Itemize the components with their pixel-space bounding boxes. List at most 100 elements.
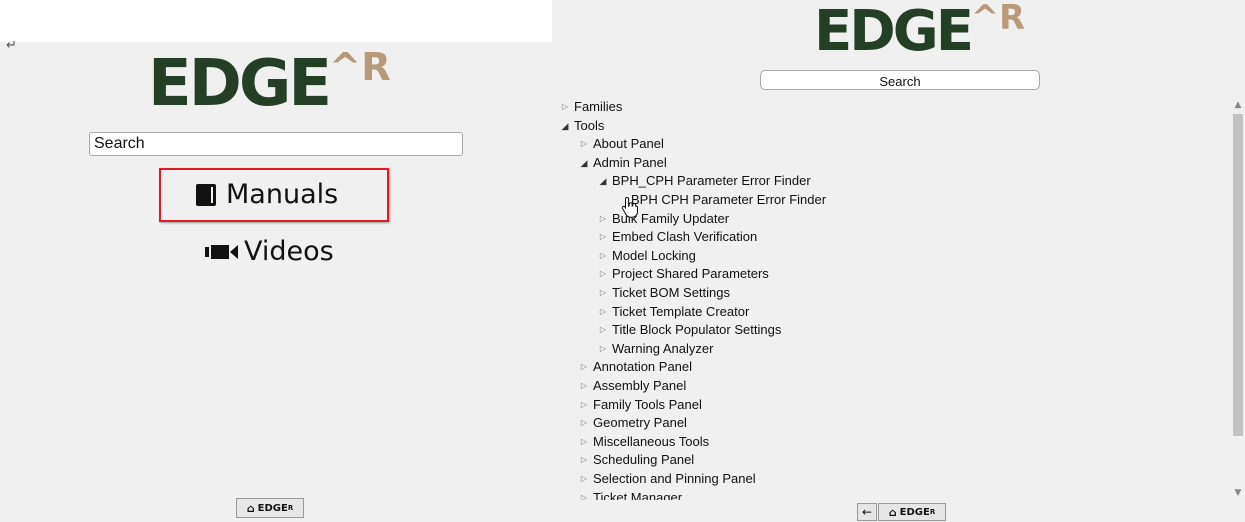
- tree-item[interactable]: ▷ Family Tools Panel: [579, 396, 702, 414]
- caret-collapsed-icon[interactable]: ▷: [560, 98, 570, 116]
- caret-collapsed-icon[interactable]: ▷: [579, 451, 589, 469]
- right-panel: EDGE^R ▷Families◢Tools▷About Panel◢Admin…: [552, 0, 1245, 522]
- manuals-link[interactable]: Manuals: [196, 179, 338, 210]
- caret-expanded-icon[interactable]: ◢: [560, 117, 570, 135]
- home-button-right[interactable]: ⌂ EDGE R: [878, 503, 946, 521]
- search-input-right[interactable]: [761, 72, 1039, 91]
- videos-label: Videos: [244, 236, 334, 267]
- tree-item[interactable]: ▷ About Panel: [579, 135, 664, 153]
- tree-item-label: Ticket Template Creator: [612, 303, 750, 319]
- tree-item-label: BPH CPH Parameter Error Finder: [631, 192, 827, 207]
- scroll-down-icon[interactable]: ▼: [1231, 486, 1245, 500]
- tree-item-label: Title Block Populator Settings: [612, 322, 782, 338]
- logo-main-right: EDGE: [814, 0, 974, 64]
- tree-item[interactable]: ▷ Families: [560, 98, 622, 116]
- tree-item[interactable]: ◢ BPH_CPH Parameter Error Finder: [598, 172, 811, 190]
- tree-item[interactable]: ▷ Geometry Panel: [579, 414, 687, 432]
- manuals-label: Manuals: [226, 179, 339, 210]
- caret-collapsed-icon[interactable]: ▷: [579, 489, 589, 500]
- search-box[interactable]: [89, 132, 463, 156]
- home-button-sup: R: [287, 504, 294, 512]
- tree-item[interactable]: ▷ Warning Analyzer: [598, 340, 713, 358]
- tree-item-label: Admin Panel: [593, 154, 667, 170]
- tree-item-label: Geometry Panel: [593, 415, 687, 431]
- video-camera-icon: [205, 244, 238, 259]
- videos-link[interactable]: Videos: [205, 236, 334, 267]
- caret-collapsed-icon[interactable]: ▷: [598, 321, 608, 339]
- tree-item-label: Embed Clash Verification: [612, 229, 758, 245]
- tree-item[interactable]: ▷ Ticket Manager: [579, 489, 682, 500]
- tree-item-label: Scheduling Panel: [593, 452, 695, 468]
- book-icon: [196, 183, 216, 206]
- tree-item-label: Project Shared Parameters: [612, 266, 769, 282]
- caret-collapsed-icon[interactable]: ▷: [579, 433, 589, 451]
- logo-main: EDGE: [148, 47, 332, 121]
- caret-expanded-icon[interactable]: ◢: [598, 172, 608, 190]
- home-button-sup-right: R: [929, 508, 936, 516]
- tree-item[interactable]: ▷ Bulk Family Updater: [598, 210, 729, 228]
- home-button-label-right: EDGE: [899, 506, 930, 518]
- tree-item[interactable]: ▷ Scheduling Panel: [579, 451, 694, 469]
- home-icon: ⌂: [888, 505, 897, 519]
- tree-item[interactable]: BPH CPH Parameter Error Finder: [617, 191, 826, 209]
- tree-item-label: BPH_CPH Parameter Error Finder: [612, 173, 811, 189]
- tree-item[interactable]: ▷ Selection and Pinning Panel: [579, 470, 756, 488]
- arrow-left-icon: ←: [861, 505, 873, 519]
- logo-sup: ^R: [329, 44, 391, 90]
- tree-item-label: Miscellaneous Tools: [593, 433, 710, 449]
- tree-item-label: Tools: [574, 117, 605, 133]
- caret-collapsed-icon[interactable]: ▷: [598, 210, 608, 228]
- corner-glyph: ↵: [6, 38, 17, 53]
- tree-item[interactable]: ◢ Admin Panel: [579, 154, 667, 172]
- edge-logo-right: EDGE^R: [814, 1, 1025, 60]
- caret-expanded-icon[interactable]: ◢: [579, 154, 589, 172]
- search-box-right[interactable]: [760, 70, 1040, 91]
- left-panel: ↵ EDGE^R Manuals Videos ⌂ EDGER: [0, 38, 552, 522]
- tree-item[interactable]: ▷ Miscellaneous Tools: [579, 433, 709, 451]
- tree-item[interactable]: ▷ Ticket BOM Settings: [598, 284, 730, 302]
- hand-cursor-icon: [621, 196, 638, 218]
- tree-item[interactable]: ▷ Annotation Panel: [579, 358, 692, 376]
- scroll-thumb[interactable]: [1233, 114, 1243, 436]
- home-icon: ⌂: [246, 501, 255, 515]
- tree-item-label: Families: [574, 99, 623, 114]
- caret-collapsed-icon[interactable]: ▷: [598, 303, 608, 321]
- caret-collapsed-icon[interactable]: ▷: [579, 396, 589, 414]
- caret-collapsed-icon[interactable]: ▷: [579, 135, 589, 153]
- tree-scrollbar[interactable]: ▲ ▼: [1231, 98, 1245, 500]
- edge-logo: EDGE^R: [148, 48, 391, 116]
- caret-collapsed-icon[interactable]: ▷: [598, 284, 608, 302]
- tree-item-label: Assembly Panel: [593, 378, 687, 393]
- back-button[interactable]: ←: [857, 503, 877, 521]
- caret-collapsed-icon[interactable]: ▷: [579, 414, 589, 432]
- caret-collapsed-icon[interactable]: ▷: [598, 228, 608, 246]
- tree-item-label: About Panel: [593, 136, 664, 152]
- tree-item[interactable]: ▷ Assembly Panel: [579, 377, 686, 395]
- logo-sup-right: ^R: [970, 0, 1025, 38]
- tree-item[interactable]: ▷ Project Shared Parameters: [598, 265, 769, 283]
- search-input[interactable]: [90, 133, 462, 155]
- tree-item-label: Warning Analyzer: [612, 340, 714, 356]
- tree-item-label: Selection and Pinning Panel: [593, 471, 756, 486]
- home-button-label: EDGE: [257, 502, 288, 514]
- caret-collapsed-icon[interactable]: ▷: [579, 377, 589, 395]
- page: ↵ EDGE^R Manuals Videos ⌂ EDGER EDGE^R: [0, 0, 1245, 522]
- caret-collapsed-icon[interactable]: ▷: [598, 340, 608, 358]
- tree-item-label: Model Locking: [612, 247, 696, 263]
- tree-item[interactable]: ◢ Tools: [560, 117, 605, 135]
- tree-item[interactable]: ▷ Embed Clash Verification: [598, 228, 757, 246]
- tree-item[interactable]: ▷ Title Block Populator Settings: [598, 321, 781, 339]
- tree-item-label: Ticket BOM Settings: [612, 285, 730, 300]
- tree-item[interactable]: ▷ Model Locking: [598, 247, 696, 265]
- tree-item-label: Ticket Manager: [593, 489, 683, 500]
- tree-item[interactable]: ▷ Ticket Template Creator: [598, 303, 749, 321]
- scroll-up-icon[interactable]: ▲: [1231, 98, 1245, 112]
- tool-tree: ▷ Families ◢ Tools ▷ About Panel ◢ Admin Panel ◢…: [552, 98, 1232, 500]
- tree-item-label: Annotation Panel: [593, 359, 693, 375]
- caret-collapsed-icon[interactable]: ▷: [598, 247, 608, 265]
- tree-item-label: Family Tools Panel: [593, 396, 702, 412]
- caret-collapsed-icon[interactable]: ▷: [579, 470, 589, 488]
- caret-collapsed-icon[interactable]: ▷: [579, 358, 589, 376]
- caret-collapsed-icon[interactable]: ▷: [598, 265, 608, 283]
- home-button[interactable]: ⌂ EDGE R: [236, 498, 304, 518]
